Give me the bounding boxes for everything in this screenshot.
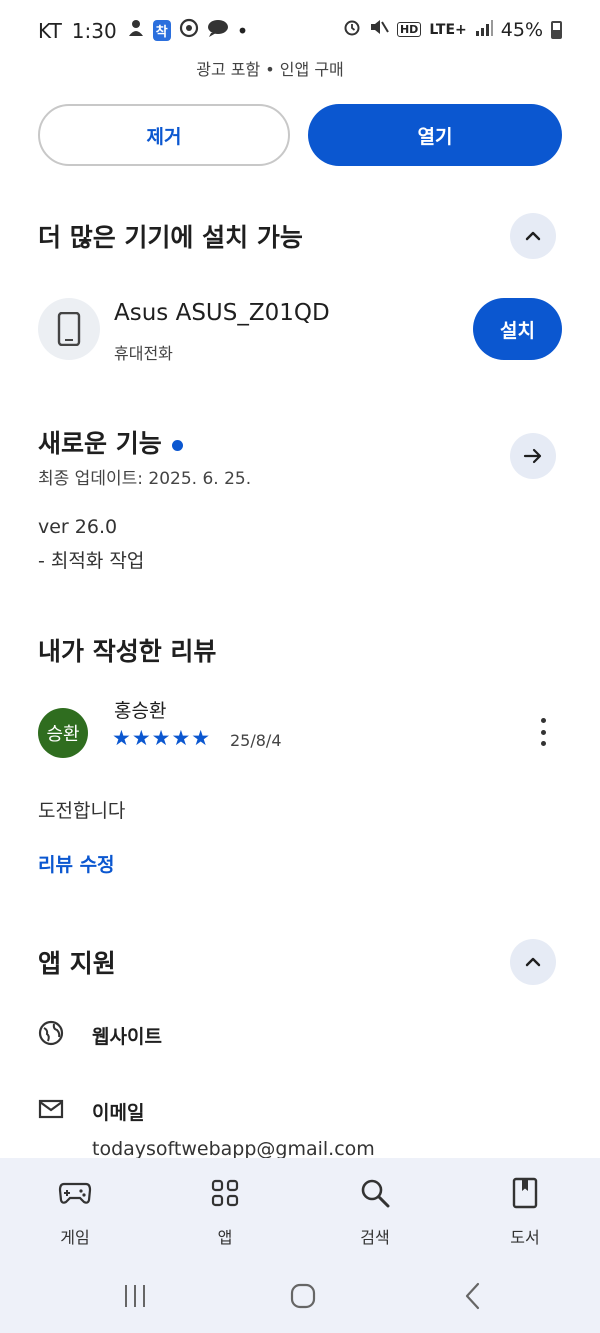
chat-bubble-icon [207,19,229,42]
nav-label-apps: 앱 [217,1228,233,1247]
status-bar: KT 1:30 착 • HD LTE+ 45% [0,0,600,58]
status-right: HD LTE+ 45% [343,18,562,41]
website-link[interactable]: 웹사이트 [92,1022,162,1049]
ad-purchase-note: 광고 포함 • 인앱 구매 [196,60,344,79]
globe-icon [38,1020,64,1046]
email-link[interactable]: 이메일 [92,1098,144,1125]
collapse-support-button[interactable] [510,939,556,985]
phone-device-icon [38,298,100,360]
my-review-title: 내가 작성한 리뷰 [38,637,217,666]
system-navigation-bar [0,1262,600,1333]
nav-books[interactable]: 도서 [465,1176,585,1248]
whats-new-details-button[interactable] [510,433,556,479]
whats-new-title-text: 새로운 기능 [38,429,162,458]
release-notes: - 최적화 작업 [38,550,145,572]
gamepad-icon [15,1176,135,1210]
edit-review-link[interactable]: 리뷰 수정 [38,850,115,877]
reviewer-name: 홍승환 [114,700,167,722]
last-updated: 최종 업데이트: 2025. 6. 25. [38,469,252,489]
network-type: LTE+ [429,21,467,38]
nav-search[interactable]: 검색 [315,1176,435,1248]
battery-percent: 45% [500,18,543,41]
review-text: 도전합니다 [38,800,126,822]
kakao-badge-icon: 착 [152,20,171,41]
mail-icon [38,1098,64,1124]
new-indicator-dot [171,439,183,451]
avatar: 승환 [38,708,88,758]
open-button[interactable]: 열기 [308,104,562,166]
carrier-label: KT [38,18,62,43]
more-devices-title: 더 많은 기기에 설치 가능 [38,223,303,252]
device-name: Asus ASUS_Z01QD [114,300,330,326]
nav-label-books: 도서 [510,1228,540,1247]
apps-grid-icon [165,1176,285,1210]
star-rating: ★★★★★ [112,726,212,750]
app-support-title: 앱 지원 [38,949,116,978]
book-icon [465,1176,585,1210]
notification-icons: 착 • [127,18,249,43]
clock: 1:30 [71,18,117,43]
signal-icon [475,19,493,41]
notification-app-icon [127,18,145,43]
status-left: KT 1:30 착 • [38,18,248,43]
arrow-right-icon [523,448,542,464]
chevron-up-icon [525,231,541,241]
email-address[interactable]: todaysoftwebapp@gmail.com [92,1138,375,1160]
nav-games[interactable]: 게임 [15,1176,135,1248]
device-type: 휴대전화 [114,344,173,363]
circle-app-icon [179,18,199,43]
hd-icon: HD [396,22,422,37]
recent-apps-icon[interactable] [120,1280,150,1312]
alarm-icon [343,18,361,41]
uninstall-button[interactable]: 제거 [38,104,290,166]
version-text: ver 26.0 [38,516,118,538]
chevron-up-icon [525,957,541,967]
install-button[interactable]: 설치 [473,298,562,360]
mute-icon [369,18,389,41]
home-icon[interactable] [288,1280,318,1312]
more-options-icon[interactable] [532,716,554,748]
back-icon[interactable] [458,1280,488,1312]
battery-icon [551,20,562,39]
review-date: 25/8/4 [230,731,282,750]
nav-apps[interactable]: 앱 [165,1176,285,1248]
nav-label-search: 검색 [360,1228,390,1247]
search-icon [315,1176,435,1210]
whats-new-title: 새로운 기능 [38,424,183,460]
collapse-devices-button[interactable] [510,213,556,259]
nav-label-games: 게임 [60,1228,90,1247]
more-notifications-dot-icon: • [236,18,249,43]
